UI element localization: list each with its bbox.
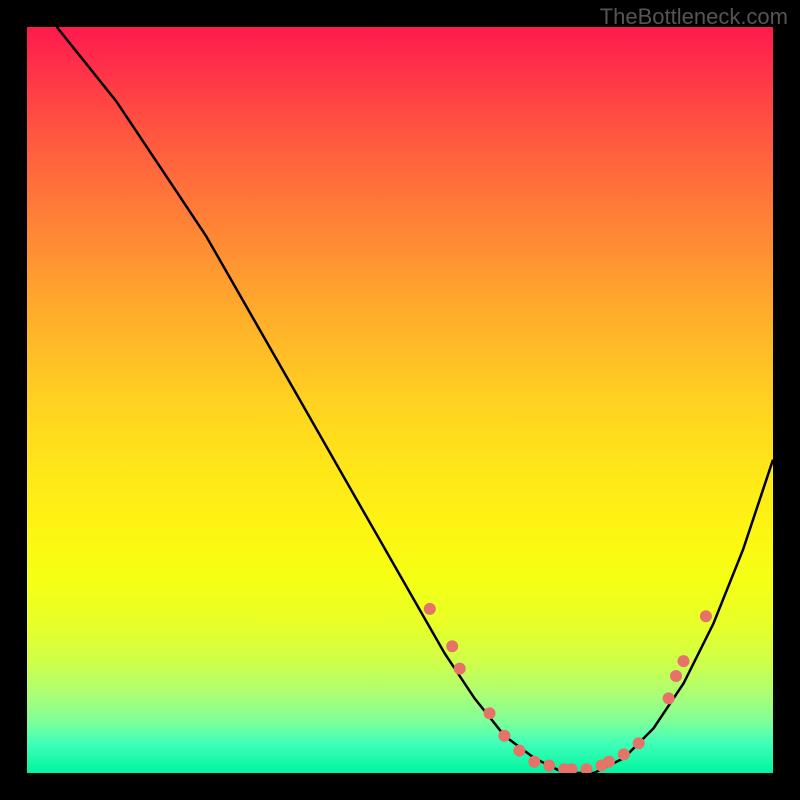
data-point — [670, 670, 682, 682]
data-point — [581, 763, 593, 773]
data-point — [513, 745, 525, 757]
data-point — [700, 610, 712, 622]
data-point — [618, 748, 630, 760]
data-point — [484, 707, 496, 719]
data-point — [603, 756, 615, 768]
bottleneck-curve — [57, 27, 773, 773]
data-point — [663, 692, 675, 704]
data-point — [633, 737, 645, 749]
chart-svg — [27, 27, 773, 773]
data-point — [424, 603, 436, 615]
plot-area — [27, 27, 773, 773]
data-point — [528, 756, 540, 768]
watermark-text: TheBottleneck.com — [600, 4, 788, 30]
chart-container: TheBottleneck.com — [0, 0, 800, 800]
data-point — [543, 760, 555, 772]
data-point — [446, 640, 458, 652]
data-point — [454, 663, 466, 675]
data-point — [678, 655, 690, 667]
data-point — [498, 730, 510, 742]
